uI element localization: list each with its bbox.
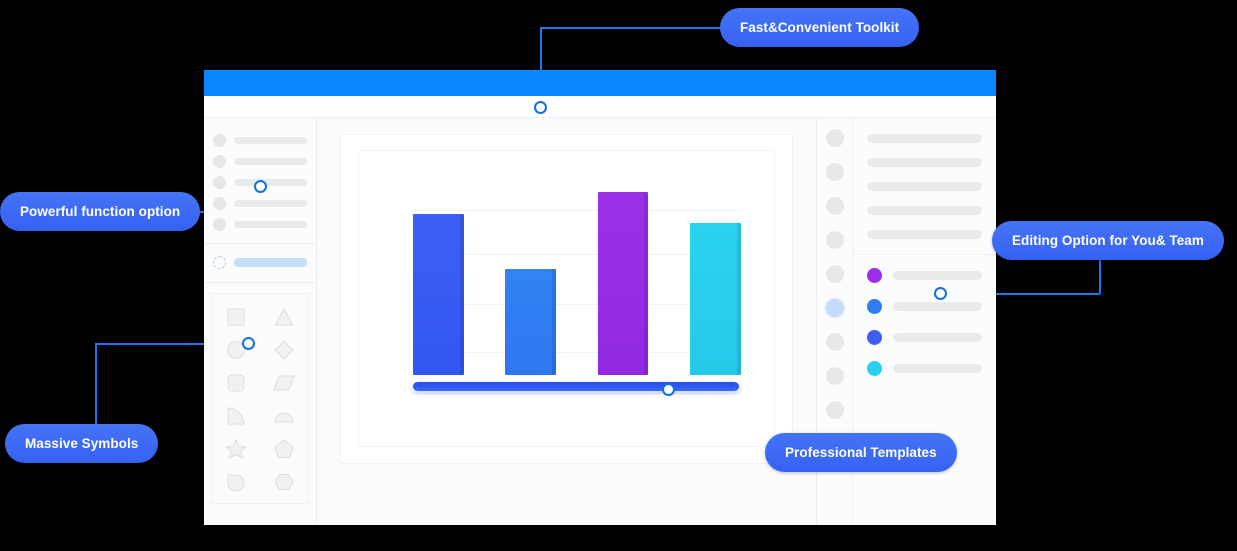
callout-massive-symbols[interactable]: Massive Symbols (5, 424, 159, 463)
sidebar-item-4[interactable] (213, 193, 307, 214)
panel-text-row (867, 206, 982, 215)
window-toolbar[interactable] (204, 96, 996, 118)
callout-powerful-function-option[interactable]: Powerful function option (0, 192, 201, 231)
swatch-label (893, 271, 982, 280)
panel-text-row (867, 134, 982, 143)
rounded-square-symbol[interactable] (225, 372, 247, 394)
rail-item-1[interactable] (825, 129, 844, 147)
document-page[interactable] (341, 135, 792, 463)
rail-item-5[interactable] (825, 265, 844, 283)
canvas-area (317, 118, 816, 525)
bar-3[interactable] (597, 192, 649, 376)
illustration-stage: Fast&Convenient Toolkit Powerful functio… (0, 0, 1237, 551)
connector-editing-vertical (1099, 258, 1101, 294)
swatch-label (893, 302, 982, 311)
sidebar-item-5[interactable] (213, 214, 307, 235)
triangle-symbol[interactable] (273, 306, 295, 328)
chart-baseline (412, 382, 739, 392)
color-swatch-row-1[interactable] (867, 268, 982, 283)
semicircle-symbol[interactable] (273, 405, 295, 427)
dashed-circle-icon (213, 256, 226, 269)
sidebar-item-2[interactable] (213, 151, 307, 172)
callout-fast-convenient-toolkit[interactable]: Fast&Convenient Toolkit (720, 8, 920, 47)
window-titlebar (204, 70, 996, 96)
panel-text-row (867, 182, 982, 191)
bullet-icon (213, 134, 226, 147)
rail-item-6-active[interactable] (825, 299, 844, 317)
bar-2[interactable] (505, 269, 557, 376)
callout-editing-option[interactable]: Editing Option for You& Team (992, 221, 1224, 260)
quarter-circle-symbol[interactable] (225, 405, 247, 427)
bullet-icon (213, 197, 226, 210)
rail-item-8[interactable] (825, 367, 844, 385)
gridline (412, 392, 741, 394)
callout-professional-templates[interactable]: Professional Templates (765, 433, 957, 472)
bar-1[interactable] (412, 214, 464, 376)
sidebar-item-label (234, 221, 307, 228)
rail-item-4[interactable] (825, 231, 844, 249)
swatch-label (893, 364, 982, 373)
panel-divider (853, 254, 996, 255)
bullet-icon (213, 176, 226, 189)
color-swatch-row-4[interactable] (867, 361, 982, 376)
connector-dot-editing (934, 287, 947, 300)
blue-swatch-icon[interactable] (867, 299, 882, 314)
connector-dot-toolkit (534, 101, 547, 114)
connector-dot-function (254, 180, 267, 193)
bar-4[interactable] (689, 223, 741, 376)
parallelogram-symbol[interactable] (273, 372, 295, 394)
square-symbol[interactable] (225, 306, 247, 328)
bullet-icon (213, 155, 226, 168)
connector-dot-symbols (242, 337, 255, 350)
cyan-swatch-icon[interactable] (867, 361, 882, 376)
rail-item-9[interactable] (825, 401, 844, 419)
sidebar-item-1[interactable] (213, 130, 307, 151)
royal-blue-swatch-icon[interactable] (867, 330, 882, 345)
connector-symbols-vertical (95, 343, 97, 426)
pentagon-symbol[interactable] (273, 438, 295, 460)
hexagon-symbol[interactable] (273, 471, 295, 493)
panel-text-row (867, 158, 982, 167)
sidebar-item-label (234, 137, 307, 144)
connector-toolkit-horizontal (541, 27, 721, 29)
swatch-label (893, 333, 982, 342)
rail-item-3[interactable] (825, 197, 844, 215)
sidebar-item-label (234, 200, 307, 207)
sidebar-item-label (234, 258, 307, 267)
bar-series (412, 192, 741, 376)
teardrop-symbol[interactable] (225, 471, 247, 493)
panel-text-row (867, 230, 982, 239)
color-swatch-row-2[interactable] (867, 299, 982, 314)
sidebar-selected-section (204, 244, 316, 283)
color-swatch-row-3[interactable] (867, 330, 982, 345)
sidebar-item-selected[interactable] (213, 252, 307, 273)
bullet-icon (213, 218, 226, 231)
purple-swatch-icon[interactable] (867, 268, 882, 283)
sidebar-item-label (234, 158, 307, 165)
star-symbol[interactable] (225, 438, 247, 460)
symbols-palette (211, 293, 309, 504)
rail-item-7[interactable] (825, 333, 844, 351)
rail-item-2[interactable] (825, 163, 844, 181)
connector-dot-templates (662, 383, 675, 396)
bar-chart (358, 150, 775, 447)
diamond-symbol[interactable] (273, 339, 295, 361)
sidebar-item-label (234, 179, 307, 186)
